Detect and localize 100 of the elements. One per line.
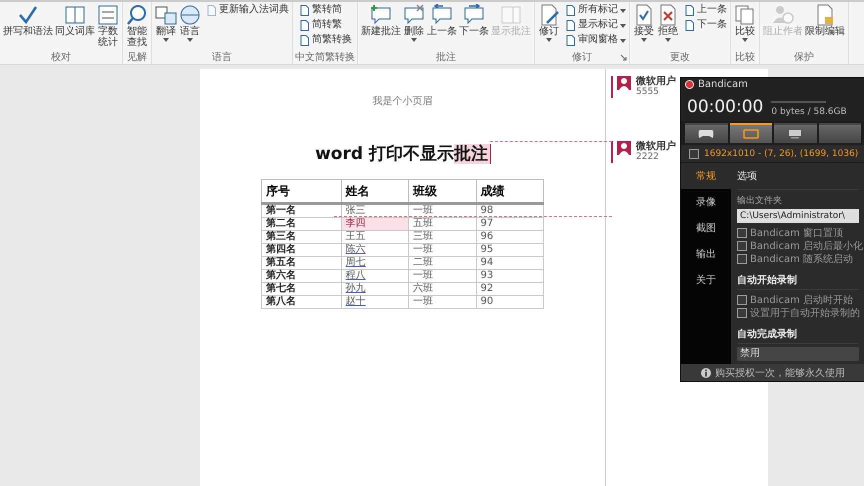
ribbon-button[interactable]: 审阅窗格 xyxy=(564,33,627,47)
table-cell: 三班 xyxy=(408,230,476,244)
nav-item[interactable]: 关于 xyxy=(681,267,731,294)
search-icon xyxy=(126,4,148,26)
nav-item[interactable]: 输出 xyxy=(681,241,731,268)
table-cell: 第六名 xyxy=(262,270,342,282)
language-icon xyxy=(179,4,201,26)
ribbon-button[interactable]: 拼写和语法 xyxy=(2,3,54,38)
group-title: 修订 xyxy=(572,52,592,64)
table-cell: 六班 xyxy=(408,282,476,296)
mode-tab[interactable] xyxy=(730,122,772,144)
ribbon-button[interactable]: 翻译 xyxy=(154,3,178,43)
small-document-icon xyxy=(684,20,695,30)
group-title: 见解 xyxy=(127,52,147,64)
translate-icon xyxy=(155,4,177,26)
ribbon-button[interactable]: 限制编辑 xyxy=(804,3,846,38)
dropdown-field[interactable]: 禁用 xyxy=(737,347,859,362)
page-header: 我是个小页眉 xyxy=(372,95,432,109)
ribbon-button[interactable]: 简转繁 xyxy=(298,18,353,32)
ribbon-button[interactable]: 下一条 xyxy=(458,3,490,38)
group-title: 比较 xyxy=(735,52,755,64)
region-size-text: 1692x1010 - (7, 26), (1699, 1036) xyxy=(704,148,858,159)
ribbon-button[interactable]: 下一条 xyxy=(683,18,728,32)
ribbon-button[interactable]: 所有标记 xyxy=(564,3,627,17)
small-document-icon xyxy=(565,34,576,46)
documents-icon xyxy=(734,4,756,26)
book-icon xyxy=(64,4,86,26)
section-heading: 选项 xyxy=(737,163,859,190)
storage-text: 0 bytes / 58.6GB xyxy=(771,106,847,117)
section-heading: 自动完成录制 xyxy=(737,325,859,344)
table-cell: 二班 xyxy=(408,256,476,270)
delete-comment-icon xyxy=(403,4,425,26)
user-avatar-icon xyxy=(617,141,631,155)
table-cell: 赵十 xyxy=(341,296,409,308)
ribbon-button[interactable]: 比较 xyxy=(733,3,757,43)
nav-item[interactable]: 截图 xyxy=(681,215,731,242)
comment-text: 5555 xyxy=(636,87,660,97)
table-cell: 第七名 xyxy=(262,282,342,296)
small-document-icon xyxy=(299,34,310,46)
ribbon-button[interactable]: 新建批注 xyxy=(360,3,402,38)
table-cell: 97 xyxy=(476,218,544,230)
ribbon-button[interactable]: 同义词库 xyxy=(54,3,96,38)
table-cell: 98 xyxy=(476,204,544,218)
table-cell: 第四名 xyxy=(262,244,342,256)
folder-path-field[interactable]: C:\Users\Administrator\ xyxy=(737,209,859,224)
column-header: 班级 xyxy=(408,180,476,204)
ribbon-button[interactable]: 上一条 xyxy=(683,3,728,17)
ribbon-button[interactable]: 显示标记 xyxy=(564,18,627,32)
column-header: 成绩 xyxy=(476,180,544,204)
ribbon-button[interactable]: 字数 统计 xyxy=(96,3,120,49)
table-cell: 94 xyxy=(476,256,544,270)
table-cell: 95 xyxy=(476,244,544,256)
group-title: 中文简繁转换 xyxy=(295,52,355,64)
checkbox[interactable] xyxy=(737,308,747,318)
ribbon-button[interactable]: 拒绝 xyxy=(656,3,680,43)
people-icon xyxy=(772,4,794,26)
table-cell: 93 xyxy=(476,270,544,282)
field-label: 输出文件夹 xyxy=(737,194,783,208)
table-cell: 五班 xyxy=(408,218,476,230)
option-label: Bandicam 窗口置顶 xyxy=(750,226,843,240)
checkbox[interactable] xyxy=(737,228,747,238)
table-cell: 陈六 xyxy=(341,244,409,256)
table-cell: 第五名 xyxy=(262,256,342,270)
small-document-icon xyxy=(684,4,695,16)
group-title: 保护 xyxy=(794,52,814,64)
comment-text: 2222 xyxy=(636,152,660,162)
comment-panel-icon xyxy=(500,4,522,26)
column-header: 姓名 xyxy=(341,180,409,204)
info-icon xyxy=(701,368,711,378)
ribbon-button[interactable]: 删除 xyxy=(402,3,426,43)
checkbox[interactable] xyxy=(737,294,747,305)
footer-text: 购买授权一次，能够永久使用 xyxy=(715,366,845,380)
option-label: 设置用于自动开始录制的 xyxy=(750,306,860,320)
small-document-icon xyxy=(299,4,310,16)
mode-tab[interactable] xyxy=(774,122,816,144)
table-cell: 孙九 xyxy=(341,282,409,296)
nav-item[interactable]: 录像 xyxy=(681,189,731,216)
checkbox[interactable] xyxy=(689,148,699,159)
group-title: 更改 xyxy=(670,52,690,64)
ribbon-button[interactable]: 语言 xyxy=(178,3,202,43)
device-icon xyxy=(787,129,804,140)
table-cell: 92 xyxy=(476,282,544,296)
ribbon-button[interactable]: 修订 xyxy=(537,3,561,43)
ribbon-button[interactable]: 繁转简 xyxy=(298,3,353,17)
ribbon-button[interactable]: 上一条 xyxy=(426,3,458,38)
checkbox[interactable] xyxy=(737,240,747,251)
gamepad-icon xyxy=(698,129,714,140)
table-cell: 90 xyxy=(476,296,544,308)
table-cell: 96 xyxy=(476,230,544,244)
new-comment-icon xyxy=(370,4,392,26)
option-label: Bandicam 启动时开始 xyxy=(750,294,853,307)
check-mark-icon xyxy=(17,4,39,26)
ribbon-button[interactable]: 简繁转换 xyxy=(298,33,353,47)
nav-item[interactable]: 常规 xyxy=(681,163,731,190)
dialog-launcher-icon[interactable] xyxy=(620,54,627,61)
checkbox[interactable] xyxy=(737,254,747,264)
ribbon-button[interactable]: 智能 查找 xyxy=(125,3,149,49)
ribbon-button[interactable]: 接受 xyxy=(632,3,656,43)
mode-tab[interactable] xyxy=(685,122,728,144)
table-cell: 一班 xyxy=(408,204,476,218)
